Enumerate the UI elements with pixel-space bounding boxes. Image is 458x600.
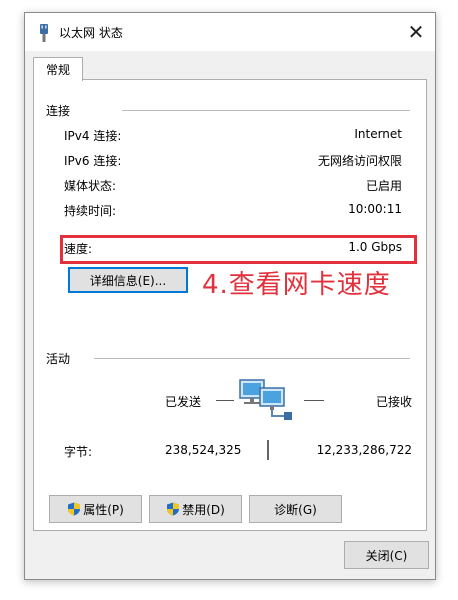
media-state-value: 已启用 [365, 179, 402, 193]
network-computers-icon [239, 379, 292, 420]
window-title: 以太网 状态 [59, 26, 123, 40]
properties-button-label: 属性(P) [83, 502, 124, 517]
received-dash [304, 400, 324, 401]
disable-button[interactable]: 禁用(D) [149, 495, 242, 523]
annotation-text: 4.查看网卡速度 [202, 270, 391, 300]
ethernet-status-window: 以太网 状态 ✕ 常规 连接 IPv4 连接: Internet IPv6 连接… [24, 12, 436, 580]
ipv6-value: 无网络访问权限 [317, 154, 402, 168]
sent-dash [216, 400, 234, 401]
ethernet-plug-icon [40, 24, 48, 42]
ipv4-label: IPv4 连接: [64, 129, 122, 143]
diagnose-button[interactable]: 诊断(G) [249, 495, 342, 523]
details-button[interactable]: 详细信息(E)... [68, 267, 188, 293]
speed-label: 速度: [64, 242, 93, 256]
uac-shield-icon [167, 502, 180, 516]
connection-group-divider [122, 110, 410, 111]
connection-group-label: 连接 [46, 104, 71, 118]
speed-value: 1.0 Gbps [348, 240, 402, 254]
close-icon: ✕ [407, 20, 425, 44]
duration-label: 持续时间: [64, 204, 117, 218]
close-button[interactable]: 关闭(C) [344, 541, 429, 569]
bytes-label: 字节: [64, 445, 93, 459]
ipv4-value: Internet [354, 127, 402, 141]
close-window-button[interactable]: ✕ [403, 19, 429, 45]
activity-group-label: 活动 [46, 352, 71, 366]
bytes-separator [267, 440, 269, 460]
bytes-received-value: 12,233,286,722 [316, 443, 412, 457]
bytes-sent-value: 238,524,325 [165, 443, 242, 457]
tab-general[interactable]: 常规 [33, 57, 83, 81]
duration-value: 10:00:11 [348, 202, 402, 216]
properties-button[interactable]: 属性(P) [49, 495, 142, 523]
activity-group-divider [94, 358, 410, 359]
uac-shield-icon [68, 502, 81, 516]
ipv6-label: IPv6 连接: [64, 154, 122, 168]
received-label: 已接收 [375, 395, 412, 409]
disable-button-label: 禁用(D) [182, 502, 225, 517]
title-bar: 以太网 状态 ✕ [25, 13, 435, 51]
media-state-label: 媒体状态: [64, 179, 117, 193]
sent-label: 已发送 [165, 395, 202, 409]
general-panel: 连接 IPv4 连接: Internet IPv6 连接: 无网络访问权限 媒体… [33, 79, 427, 531]
